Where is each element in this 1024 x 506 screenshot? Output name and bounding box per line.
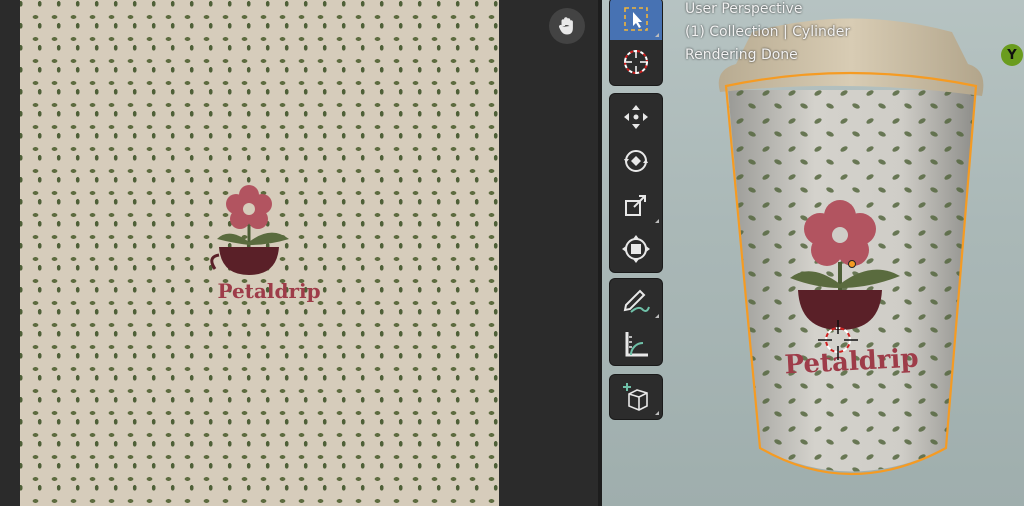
pencil-icon bbox=[623, 289, 650, 313]
viewport-render-status: Rendering Done bbox=[685, 47, 798, 63]
tool-select-box[interactable] bbox=[610, 0, 662, 40]
tool-move[interactable] bbox=[610, 96, 662, 138]
navigation-gizmo-y-axis[interactable]: Y bbox=[1001, 44, 1023, 66]
tool-rotate[interactable] bbox=[610, 140, 662, 182]
hand-icon bbox=[558, 17, 573, 35]
select-box-icon bbox=[624, 7, 648, 31]
toolbar-add-group bbox=[610, 375, 662, 419]
pan-hand-button[interactable] bbox=[549, 8, 585, 44]
toolbar-select-group bbox=[610, 0, 662, 85]
object-origin bbox=[848, 260, 856, 268]
texture-image[interactable]: Petaldrip bbox=[20, 0, 499, 506]
transform-icon bbox=[622, 235, 650, 263]
scale-icon bbox=[625, 195, 646, 216]
logo-text: Petaldrip bbox=[217, 279, 320, 303]
rotate-icon bbox=[624, 150, 648, 172]
tool-transform[interactable] bbox=[610, 228, 662, 270]
3d-viewport[interactable]: Petaldrip User Perspective (1) Collectio… bbox=[602, 0, 1024, 506]
image-editor-area[interactable]: Petaldrip bbox=[0, 0, 598, 506]
tool-add-cube[interactable] bbox=[610, 376, 662, 418]
viewport-perspective-label: User Perspective bbox=[685, 1, 803, 17]
tool-measure[interactable] bbox=[610, 323, 662, 365]
tool-cursor[interactable] bbox=[610, 41, 662, 83]
texture-logo: Petaldrip bbox=[210, 185, 321, 303]
move-icon bbox=[624, 105, 648, 129]
flower-illustration bbox=[210, 185, 289, 275]
toolbar-transform-group bbox=[610, 94, 662, 272]
measure-icon bbox=[625, 332, 648, 357]
cursor-icon bbox=[624, 50, 648, 74]
viewport-collection-label: (1) Collection | Cylinder bbox=[685, 24, 851, 40]
tool-scale[interactable] bbox=[610, 184, 662, 226]
add-cube-icon bbox=[623, 383, 648, 411]
tool-annotate[interactable] bbox=[610, 279, 662, 321]
toolbar-annotate-group bbox=[610, 279, 662, 365]
cup-render: Petaldrip bbox=[718, 18, 984, 475]
